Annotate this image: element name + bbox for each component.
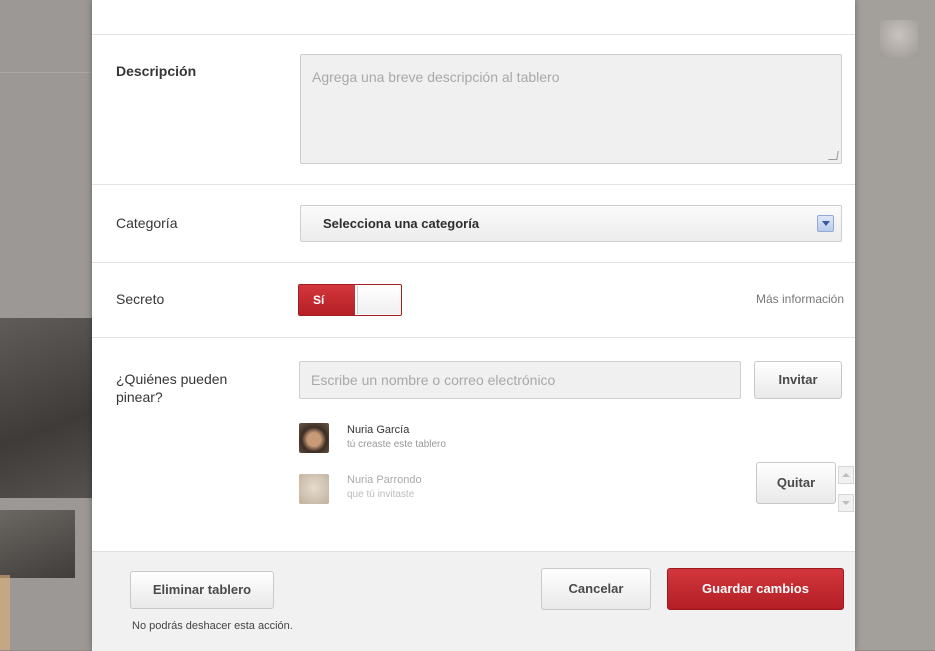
pinner-status: que tú invitaste [347, 489, 415, 500]
toggle-knob[interactable] [357, 286, 401, 314]
background-accent [0, 575, 10, 650]
background-thumbnail [0, 510, 75, 578]
save-button[interactable]: Guardar cambios [667, 568, 844, 610]
category-select[interactable]: Selecciona una categoría [300, 205, 842, 242]
background-avatar [880, 20, 918, 58]
description-placeholder: Agrega una breve descripción al tablero [312, 69, 560, 85]
delete-warning: No podrás deshacer esta acción. [132, 620, 293, 632]
category-selected-value: Selecciona una categoría [323, 216, 480, 231]
avatar [299, 423, 329, 453]
cancel-button[interactable]: Cancelar [541, 568, 651, 610]
background-photo [0, 318, 92, 498]
remove-button[interactable]: Quitar [756, 462, 836, 504]
background-divider [0, 72, 92, 73]
scroll-down-icon[interactable] [838, 494, 854, 512]
secret-label: Secreto [116, 291, 165, 307]
edit-board-dialog: Descripción Agrega una breve descripción… [92, 0, 855, 651]
scroll-up-icon[interactable] [838, 466, 854, 484]
invite-button[interactable]: Invitar [754, 361, 842, 399]
pinner-name: Nuria Parrondo [347, 474, 422, 486]
chevron-down-icon[interactable] [817, 215, 834, 232]
description-label: Descripción [116, 63, 197, 79]
secret-row: Secreto [92, 263, 855, 338]
more-info-link[interactable]: Más información [756, 292, 844, 306]
background-right-column [855, 0, 935, 650]
category-label: Categoría [116, 215, 178, 231]
description-textarea[interactable]: Agrega una breve descripción al tablero [300, 54, 842, 164]
secret-toggle[interactable]: Sí [298, 284, 402, 316]
invite-input-placeholder: Escribe un nombre o correo electrónico [311, 372, 556, 388]
avatar [299, 474, 329, 504]
pinners-label: ¿Quiénes pueden pinear? [116, 371, 228, 405]
pinner-status: tú creaste este tablero [347, 439, 446, 450]
delete-board-button[interactable]: Eliminar tablero [130, 571, 274, 609]
top-section [92, 0, 855, 35]
pinner-name: Nuria García [347, 424, 410, 436]
toggle-on-label: Sí [299, 285, 355, 315]
resize-handle-icon[interactable] [828, 151, 839, 160]
invite-input[interactable]: Escribe un nombre o correo electrónico [299, 361, 741, 399]
